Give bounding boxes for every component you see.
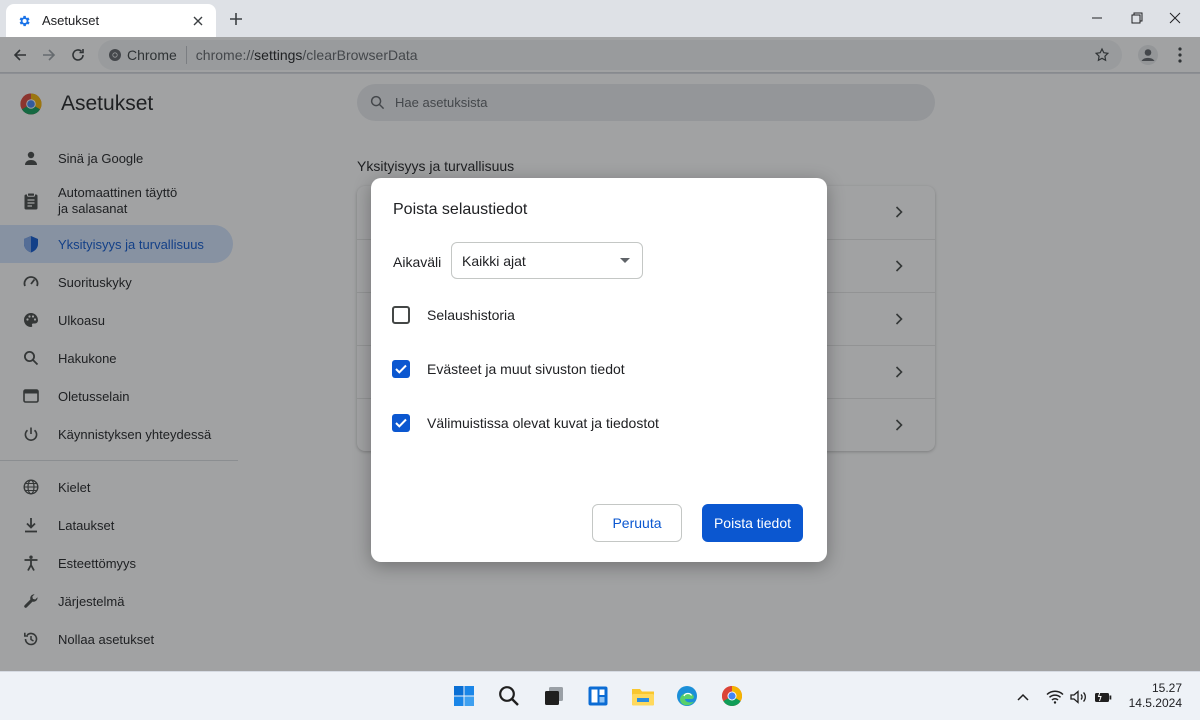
checkmark-icon [395,364,407,374]
checkbox-checked[interactable] [392,414,410,432]
windows-taskbar: 15.27 14.5.2024 [0,671,1200,720]
minimize-icon[interactable] [1085,6,1109,30]
widgets-icon[interactable] [585,683,611,709]
edge-browser-icon[interactable] [674,683,700,709]
dialog-title: Poista selaustiedot [393,201,528,218]
chevron-up-icon[interactable] [1013,687,1033,707]
option-cookies[interactable]: Evästeet ja muut sivuston tiedot [392,360,625,378]
option-browsing-history[interactable]: Selaushistoria [392,306,515,324]
tab-strip: Asetukset [0,0,1200,37]
task-view-icon[interactable] [541,683,567,709]
close-window-icon[interactable] [1163,6,1187,30]
windows-start-icon[interactable] [451,683,477,709]
option-label: Välimuistissa olevat kuvat ja tiedostot [427,415,659,431]
time-range-value: Kaikki ajat [462,252,526,269]
tab-settings[interactable]: Asetukset [6,4,216,37]
checkbox-checked[interactable] [392,360,410,378]
new-tab-button[interactable] [226,9,246,29]
taskbar-search-icon[interactable] [496,683,522,709]
clock-date: 14.5.2024 [1128,696,1182,710]
option-cached-files[interactable]: Välimuistissa olevat kuvat ja tiedostot [392,414,659,432]
option-label: Evästeet ja muut sivuston tiedot [427,361,625,377]
volume-icon[interactable] [1069,687,1089,707]
cancel-button[interactable]: Peruuta [592,504,682,542]
battery-icon[interactable] [1093,687,1113,707]
dropdown-arrow-icon [620,258,630,263]
checkbox-unchecked[interactable] [392,306,410,324]
settings-gear-icon [16,13,32,29]
tab-title: Asetukset [42,13,100,28]
checkmark-icon [395,418,407,428]
chrome-taskbar-icon[interactable] [719,683,745,709]
clock-time: 15.27 [1151,681,1182,695]
file-explorer-icon[interactable] [630,683,656,709]
time-range-label: Aikaväli [393,254,442,270]
time-range-dropdown[interactable]: Kaikki ajat [451,242,643,279]
clear-data-button[interactable]: Poista tiedot [702,504,803,542]
wifi-icon[interactable] [1045,687,1065,707]
close-tab-icon[interactable] [190,13,206,29]
restore-icon[interactable] [1125,6,1149,30]
taskbar-clock[interactable]: 15.27 14.5.2024 [1129,681,1182,711]
clear-browsing-data-dialog: Poista selaustiedot Aikaväli Kaikki ajat… [371,178,827,562]
option-label: Selaushistoria [427,307,515,323]
